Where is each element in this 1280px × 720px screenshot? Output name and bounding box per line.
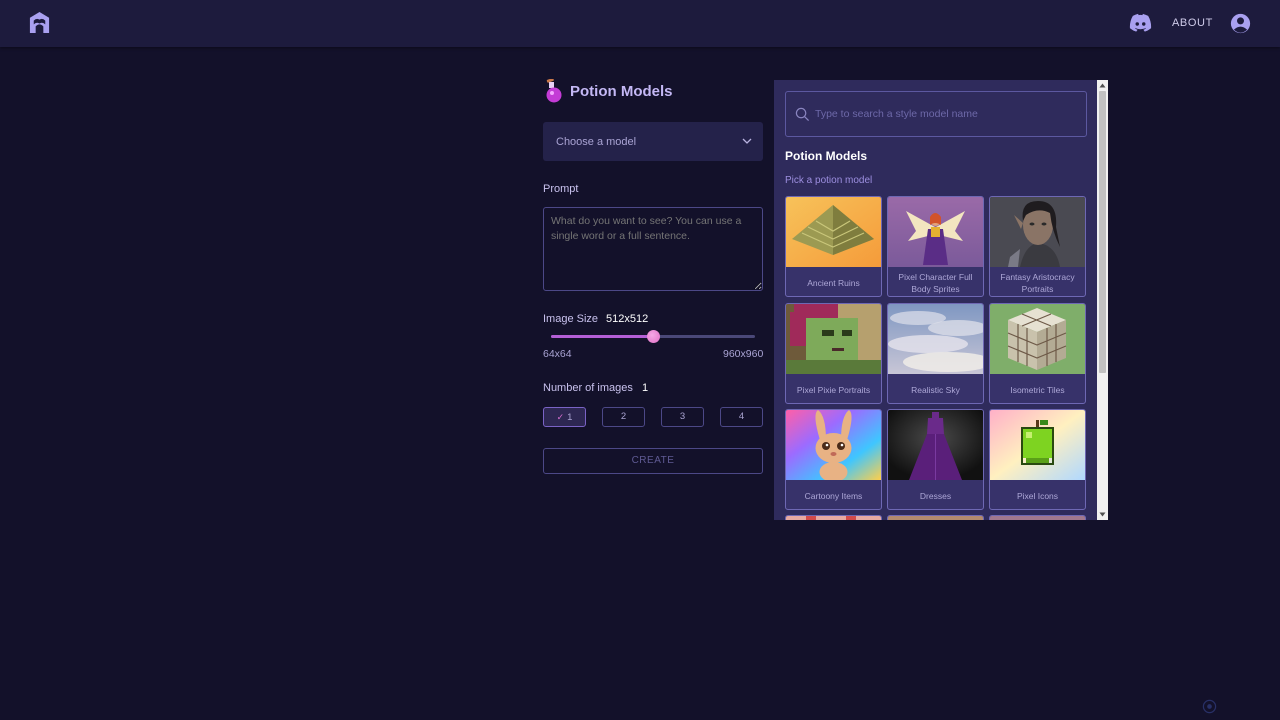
check-icon: ✓	[556, 412, 565, 422]
pixel-icons-thumbnail	[990, 410, 1085, 480]
panel-subtitle: Pick a potion model	[785, 175, 873, 186]
prompt-input[interactable]	[543, 207, 763, 291]
pixel-pixie-thumbnail	[786, 304, 881, 374]
model-card-label: Pixel Pixie Portraits	[796, 384, 871, 395]
panel-title: Potion Models	[785, 149, 867, 163]
model-card-realistic-sky[interactable]: Realistic Sky	[887, 303, 984, 404]
model-search-input[interactable]: Type to search a style model name	[785, 91, 1087, 137]
model-card-ancient-ruins[interactable]: Ancient Ruins	[785, 196, 882, 297]
discord-icon[interactable]	[1129, 13, 1152, 34]
count-option-2[interactable]: 2	[602, 407, 645, 427]
panel-scrollbar[interactable]	[1097, 80, 1108, 520]
pixel-character-thumbnail	[888, 197, 983, 267]
model-card-label: Realistic Sky	[911, 384, 960, 395]
model-card-label: Pixel Icons	[1016, 490, 1059, 501]
model-card-pixel-icons[interactable]: Pixel Icons	[989, 409, 1086, 510]
corner-badge-icon	[1202, 699, 1217, 714]
cartoony-items-thumbnail	[786, 410, 881, 480]
model-card-pixel-pixie-portraits[interactable]: Pixel Pixie Portraits	[785, 303, 882, 404]
model-card-partial[interactable]	[989, 515, 1086, 520]
count-option-label: 1	[567, 412, 573, 423]
slider-handle[interactable]	[647, 330, 660, 343]
realistic-sky-thumbnail	[888, 304, 983, 374]
scrollbar-thumb[interactable]	[1099, 91, 1106, 373]
model-card-pixel-character-full-body-sprites[interactable]: Pixel Character Full Body Sprites	[887, 196, 984, 297]
potion-icon	[546, 79, 562, 103]
model-card-label: Isometric Tiles	[1010, 384, 1065, 395]
page-title: Potion Models	[570, 82, 673, 100]
model-card-label: Cartoony Items	[804, 490, 863, 501]
count-option-4[interactable]: 4	[720, 407, 763, 427]
model-picker-panel: Type to search a style model name Potion…	[774, 80, 1108, 520]
image-size-slider[interactable]	[551, 330, 755, 343]
model-card-partial[interactable]	[785, 515, 882, 520]
count-option-label: 2	[620, 411, 627, 422]
prompt-label: Prompt	[543, 183, 579, 195]
image-size-label: Image Size	[543, 313, 599, 325]
model-card-dresses[interactable]: Dresses	[887, 409, 984, 510]
slider-fill	[551, 335, 653, 338]
model-card-isometric-tiles[interactable]: Isometric Tiles	[989, 303, 1086, 404]
model-card-label: Dresses	[919, 490, 952, 501]
model-thumbnail	[990, 516, 1085, 520]
logo-icon[interactable]	[28, 11, 51, 34]
count-option-label: 4	[738, 411, 745, 422]
count-option-1[interactable]: ✓ 1	[543, 407, 586, 427]
count-option-3[interactable]: 3	[661, 407, 704, 427]
fantasy-portrait-thumbnail	[990, 197, 1085, 267]
search-icon	[795, 107, 810, 122]
create-button[interactable]: CREATE	[543, 448, 763, 474]
model-card-label: Pixel Character Full Body Sprites	[898, 271, 973, 294]
model-thumbnail	[888, 516, 983, 520]
model-select[interactable]: Choose a model	[543, 122, 763, 161]
model-card-label: Ancient Ruins	[807, 277, 860, 288]
number-of-images-value: 1	[642, 382, 649, 394]
model-select-placeholder: Choose a model	[556, 136, 637, 148]
isometric-tiles-thumbnail	[990, 304, 1085, 374]
form-title-row: Potion Models	[544, 79, 673, 103]
model-card-fantasy-aristocracy-portraits[interactable]: Fantasy Aristocracy Portraits	[989, 196, 1086, 297]
image-size-max-label: 960x960	[723, 348, 764, 360]
model-card-label: Fantasy Aristocracy Portraits	[1000, 271, 1075, 294]
search-placeholder: Type to search a style model name	[815, 108, 978, 120]
scroll-up-arrow-icon[interactable]	[1099, 82, 1106, 89]
count-option-label: 3	[679, 411, 686, 422]
image-size-value: 512x512	[606, 313, 649, 325]
number-of-images-label: Number of images	[543, 382, 633, 394]
image-size-min-label: 64x64	[543, 348, 572, 360]
model-card-partial[interactable]	[887, 515, 984, 520]
model-card-cartoony-items[interactable]: Cartoony Items	[785, 409, 882, 510]
dresses-thumbnail	[888, 410, 983, 480]
ancient-ruins-thumbnail	[786, 197, 881, 267]
about-link[interactable]: ABOUT	[1172, 17, 1213, 29]
scroll-down-arrow-icon[interactable]	[1099, 511, 1106, 518]
chevron-down-icon	[742, 138, 752, 144]
top-nav-bar: ABOUT	[0, 0, 1280, 47]
account-icon[interactable]	[1230, 13, 1251, 34]
model-thumbnail	[786, 516, 881, 520]
